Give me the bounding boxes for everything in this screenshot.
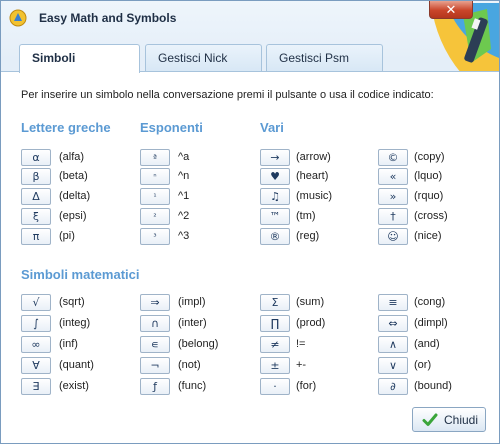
symbol-button-reg[interactable]: ® xyxy=(260,228,290,245)
symbol-code: (cong) xyxy=(414,296,446,308)
close-window-button[interactable]: ✕ xyxy=(429,1,473,19)
symbol-code: (integ) xyxy=(59,317,91,329)
symbol-button-sum[interactable]: Σ xyxy=(260,294,290,311)
symbol-button-inter[interactable]: ∩ xyxy=(140,315,170,332)
symbol-code: (tm) xyxy=(296,210,316,222)
symbol-button-dimpl[interactable]: ⇔ xyxy=(378,315,408,332)
symbol-code: (sqrt) xyxy=(59,296,85,308)
symbol-code: (nice) xyxy=(414,230,442,242)
dialog-window: Easy Math and Symbols ✕ Simboli Gestisci… xyxy=(0,0,500,444)
close-button-label: Chiudi xyxy=(444,413,479,427)
symbol-button-arrow[interactable]: → xyxy=(260,149,290,166)
symbol-code: (prod) xyxy=(296,317,326,329)
symbol-button-delta[interactable]: Δ xyxy=(21,188,51,205)
symbol-button-func[interactable]: ƒ xyxy=(140,378,170,395)
window-title: Easy Math and Symbols xyxy=(39,11,177,25)
symbol-code: (rquo) xyxy=(414,190,444,202)
symbol-button-exp-3[interactable]: ³ xyxy=(140,228,170,245)
symbol-button-alfa[interactable]: α xyxy=(21,149,51,166)
symbol-button-quant[interactable]: ∀ xyxy=(21,357,51,374)
symbol-button-not[interactable]: ¬ xyxy=(140,357,170,374)
symbol-code: +- xyxy=(296,359,307,371)
title-bar: Easy Math and Symbols ✕ xyxy=(1,1,499,73)
tab-gestisci-psm[interactable]: Gestisci Psm xyxy=(266,44,383,72)
symbol-code: (exist) xyxy=(59,380,89,392)
symbol-button-for[interactable]: · xyxy=(260,378,290,395)
symbol-button-cross[interactable]: † xyxy=(378,208,408,225)
symbol-code: (cross) xyxy=(414,210,448,222)
symbol-code: (func) xyxy=(178,380,207,392)
close-button[interactable]: Chiudi xyxy=(412,407,486,432)
symbol-button-exp-a[interactable]: ª xyxy=(140,149,170,166)
symbol-button-exp-1[interactable]: ¹ xyxy=(140,188,170,205)
symbol-button-cong[interactable]: ≡ xyxy=(378,294,408,311)
symbol-code: ^1 xyxy=(178,190,190,202)
symbol-code: (sum) xyxy=(296,296,325,308)
symbol-button-integ[interactable]: ∫ xyxy=(21,315,51,332)
symbol-button-nice[interactable]: ☺ xyxy=(378,228,408,245)
symbol-code: ^a xyxy=(178,151,190,163)
symbols-panel: Per inserire un simbolo nella conversazi… xyxy=(1,71,499,443)
symbol-button-impl[interactable]: ⇒ xyxy=(140,294,170,311)
symbol-button-lquo[interactable]: « xyxy=(378,168,408,185)
symbol-code: (reg) xyxy=(296,230,320,242)
symbol-code: (lquo) xyxy=(414,170,443,182)
symbol-code: (beta) xyxy=(59,170,88,182)
symbol-button-music[interactable]: ♫ xyxy=(260,188,290,205)
symbol-button-heart[interactable]: ♥ xyxy=(260,168,290,185)
symbol-button-plus-minus[interactable]: ± xyxy=(260,357,290,374)
symbol-button-pi[interactable]: π xyxy=(21,228,51,245)
symbol-button-inf[interactable]: ∞ xyxy=(21,336,51,353)
section-exponents: Esponenti xyxy=(140,120,203,135)
symbol-code: (for) xyxy=(296,380,317,392)
symbol-button-exist[interactable]: ∃ xyxy=(21,378,51,395)
symbol-code: (heart) xyxy=(296,170,329,182)
symbol-button-prod[interactable]: ∏ xyxy=(260,315,290,332)
symbol-code: (inter) xyxy=(178,317,207,329)
symbol-button-exp-2[interactable]: ² xyxy=(140,208,170,225)
symbol-code: (epsi) xyxy=(59,210,87,222)
symbol-button-sqrt[interactable]: √ xyxy=(21,294,51,311)
symbol-code: (and) xyxy=(414,338,440,350)
symbol-button-or[interactable]: ∨ xyxy=(378,357,408,374)
symbol-code: (music) xyxy=(296,190,333,202)
symbol-button-beta[interactable]: β xyxy=(21,168,51,185)
symbol-code: (not) xyxy=(178,359,201,371)
symbol-button-epsi[interactable]: ξ xyxy=(21,208,51,225)
symbol-code: ^2 xyxy=(178,210,190,222)
symbol-code: (belong) xyxy=(178,338,219,350)
symbol-code: (arrow) xyxy=(296,151,331,163)
symbol-code: (or) xyxy=(414,359,432,371)
tab-gestisci-nick[interactable]: Gestisci Nick xyxy=(145,44,262,72)
symbol-code: (quant) xyxy=(59,359,94,371)
symbol-code: (copy) xyxy=(414,151,445,163)
symbol-button-tm[interactable]: ™ xyxy=(260,208,290,225)
symbol-button-belong[interactable]: ∊ xyxy=(140,336,170,353)
symbol-button-not-equal[interactable]: ≠ xyxy=(260,336,290,353)
symbol-code: ^3 xyxy=(178,230,190,242)
symbol-code: (impl) xyxy=(178,296,206,308)
symbol-code: (bound) xyxy=(414,380,452,392)
symbol-code: (pi) xyxy=(59,230,75,242)
checkmark-icon xyxy=(422,413,438,426)
section-misc: Vari xyxy=(260,120,284,135)
symbol-button-exp-n[interactable]: ⁿ xyxy=(140,168,170,185)
section-math-symbols: Simboli matematici xyxy=(21,267,140,282)
symbol-code: != xyxy=(296,338,306,350)
section-greek-letters: Lettere greche xyxy=(21,120,111,135)
symbol-code: ^n xyxy=(178,170,190,182)
symbol-button-and[interactable]: ∧ xyxy=(378,336,408,353)
symbol-code: (dimpl) xyxy=(414,317,448,329)
symbol-code: (alfa) xyxy=(59,151,85,163)
symbol-button-rquo[interactable]: » xyxy=(378,188,408,205)
app-icon xyxy=(9,9,27,27)
symbol-code: (inf) xyxy=(59,338,78,350)
symbol-button-copy[interactable]: © xyxy=(378,149,408,166)
tab-simboli[interactable]: Simboli xyxy=(19,44,140,73)
instructions-text: Per inserire un simbolo nella conversazi… xyxy=(21,89,434,101)
symbol-button-bound[interactable]: ∂ xyxy=(378,378,408,395)
symbol-code: (delta) xyxy=(59,190,91,202)
